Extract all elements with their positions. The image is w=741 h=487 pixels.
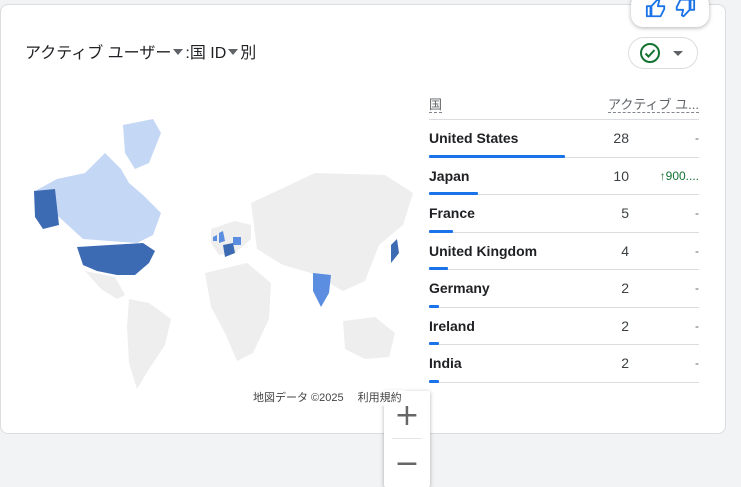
country-table: 国 アクティブ ユ... United States 28 - Japan 10 ↑900…: [429, 87, 699, 383]
country-name: India: [429, 355, 462, 372]
active-users-by-country-card: アクティブ ユーザー :国 ID 別 + − 地図データ ©2025 利用規約 …: [0, 0, 726, 487]
map-region-japan: [391, 239, 399, 263]
table-row[interactable]: United Kingdom 4 -: [429, 233, 699, 270]
zoom-out-button[interactable]: −: [384, 439, 430, 487]
thumbs-up-icon[interactable]: [645, 0, 667, 24]
active-users-value: 10: [613, 167, 629, 184]
column-header-active-users[interactable]: アクティブ ユ...: [549, 94, 699, 113]
feedback-panel: [631, 0, 709, 27]
table-row[interactable]: Germany 2 -: [429, 270, 699, 308]
map-data-credit: 地図データ ©2025: [253, 392, 344, 404]
chevron-down-icon: [173, 49, 184, 55]
world-map[interactable]: + −: [25, 113, 430, 487]
table-row[interactable]: Ireland 2 -: [429, 308, 699, 345]
map-region-alaska: [34, 189, 59, 229]
country-name: France: [429, 205, 475, 222]
map-attribution: 地図データ ©2025 利用規約: [249, 390, 406, 406]
chevron-down-icon: [228, 49, 239, 55]
map-region-france: [223, 243, 235, 257]
metric-selector[interactable]: アクティブ ユーザー: [25, 39, 185, 63]
map-region-mexico: [85, 271, 125, 299]
title-suffix: 別: [240, 45, 257, 62]
map-region-greenland: [123, 119, 161, 169]
country-name: United Kingdom: [429, 242, 538, 259]
country-name: Germany: [429, 280, 490, 297]
active-users-value: 2: [621, 355, 629, 372]
thumbs-down-icon[interactable]: [674, 0, 696, 24]
map-region-india: [313, 273, 331, 307]
card-title: アクティブ ユーザー :国 ID 別: [25, 39, 256, 63]
zoom-divider: [392, 438, 422, 439]
map-region-germany: [233, 237, 241, 245]
active-users-value: 2: [621, 280, 629, 297]
check-circle-icon: [640, 43, 660, 63]
map-region-africa: [205, 263, 271, 361]
dimension-selector[interactable]: :国 ID: [185, 39, 240, 63]
country-name: United States: [429, 130, 519, 147]
active-users-value: 2: [621, 317, 629, 334]
map-region-usa: [77, 243, 155, 275]
change-value: -: [695, 243, 699, 258]
active-users-value: 4: [621, 242, 629, 259]
table-header: 国 アクティブ ユ...: [429, 87, 699, 120]
active-users-value: 28: [613, 130, 629, 147]
change-value: -: [695, 206, 699, 221]
table-row[interactable]: United States 28 -: [429, 120, 699, 158]
metric-label: アクティブ ユーザー: [25, 45, 172, 62]
map-region-oceania: [343, 317, 395, 359]
table-row[interactable]: Japan 10 ↑900....: [429, 158, 699, 195]
change-value: -: [695, 131, 699, 146]
change-value: -: [695, 318, 699, 333]
country-name: Japan: [429, 167, 470, 184]
dimension-label: :国 ID: [185, 45, 227, 62]
map-region-south-america: [127, 299, 171, 389]
column-header-country[interactable]: 国: [429, 94, 549, 113]
value-bar: [429, 379, 439, 383]
change-value: -: [695, 281, 699, 296]
map-terms-link[interactable]: 利用規約: [358, 390, 402, 406]
country-name: Ireland: [429, 317, 475, 334]
change-value: ↑900....: [659, 168, 699, 183]
table-row[interactable]: France 5 -: [429, 195, 699, 233]
change-value: -: [695, 356, 699, 371]
data-quality-button[interactable]: [628, 37, 698, 69]
map-region-asia: [251, 173, 413, 291]
chevron-down-icon: [673, 50, 683, 56]
active-users-value: 5: [621, 205, 629, 222]
table-row[interactable]: India 2 -: [429, 345, 699, 383]
